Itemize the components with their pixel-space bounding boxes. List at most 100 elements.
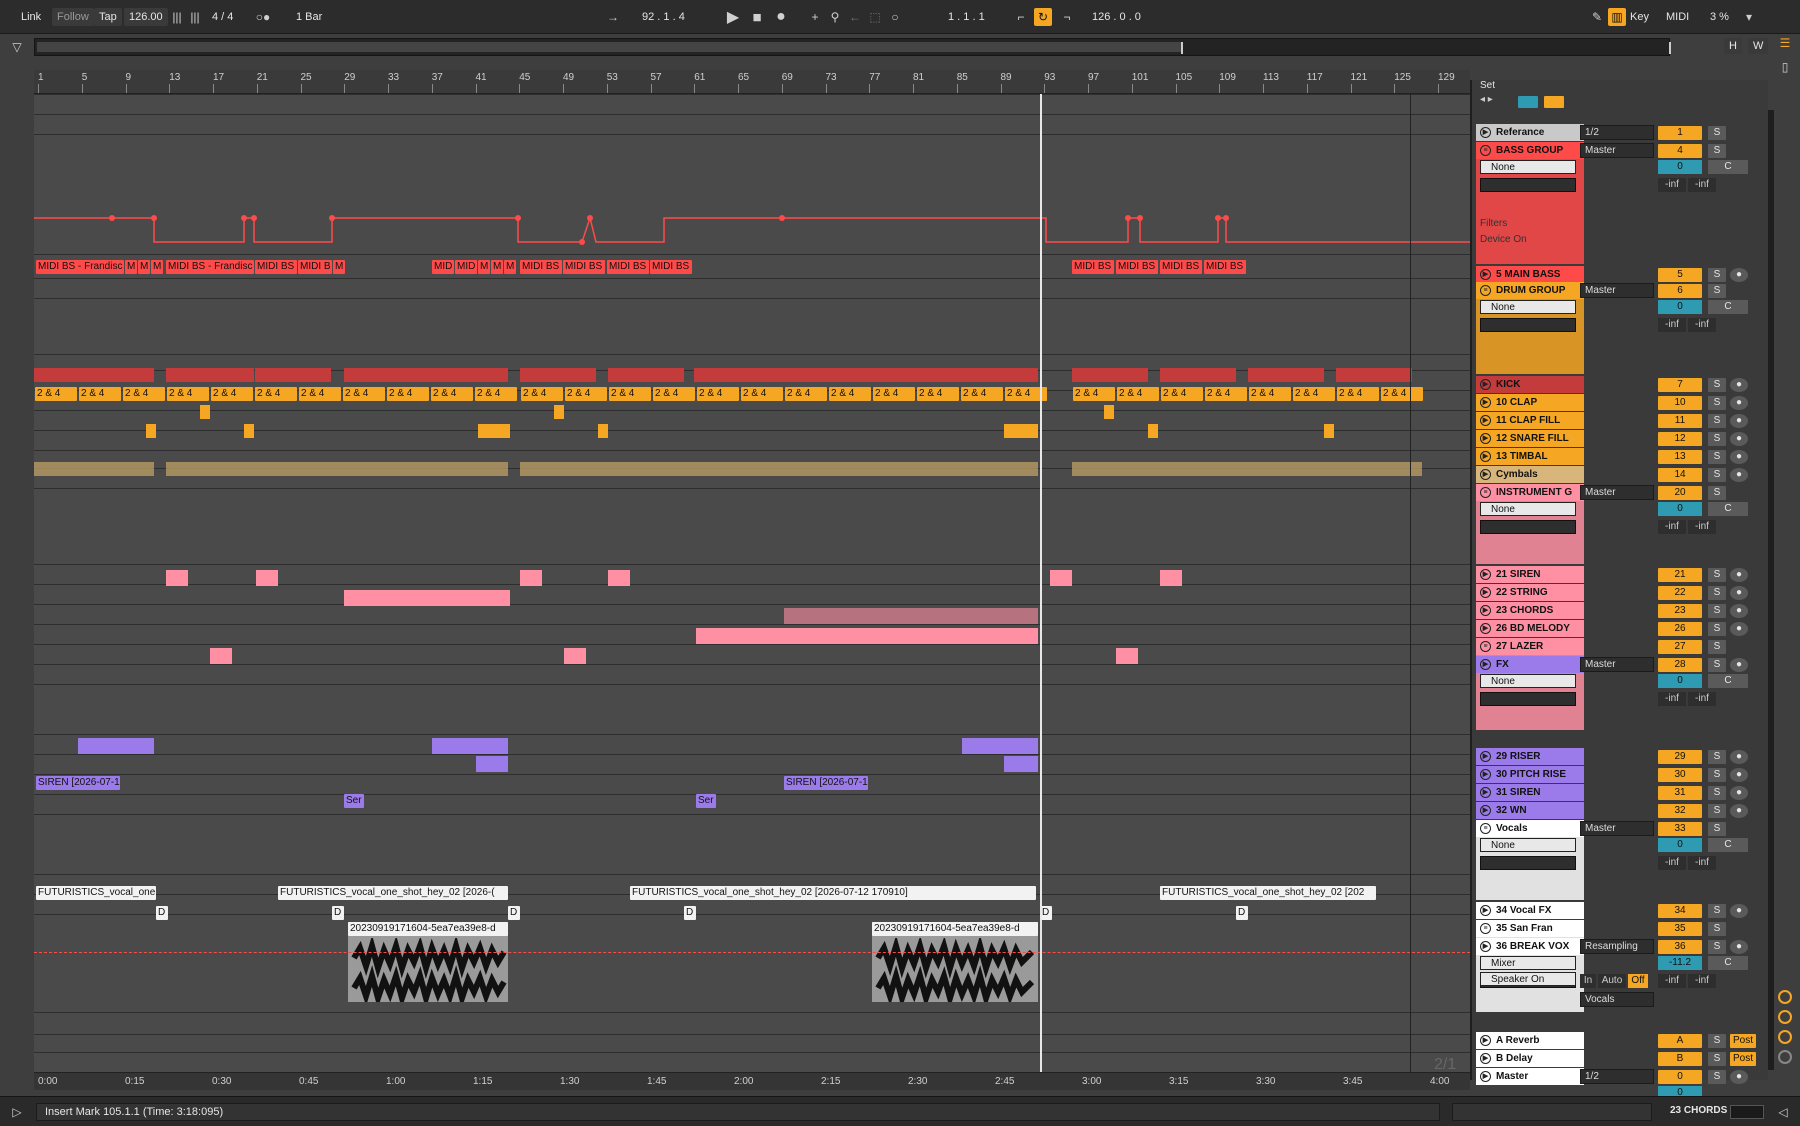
clip-break-vox[interactable]: 20230919171604-5ea7ea39e8-d — [872, 922, 1038, 1002]
io-icon[interactable] — [1778, 990, 1792, 1004]
clip-clap[interactable]: 2 & 4 — [35, 387, 77, 401]
arm-button[interactable]: ● — [1730, 450, 1748, 464]
track-activator-button[interactable]: 28 — [1658, 658, 1702, 672]
output-routing-dropdown[interactable]: Master — [1580, 143, 1654, 158]
clip-main-bass[interactable]: MIDI BS — [1204, 260, 1246, 274]
tempo-field[interactable]: 126.00 — [124, 8, 168, 26]
track-activator-button[interactable]: A — [1658, 1034, 1702, 1048]
track-name[interactable]: ▶ 36 BREAK VOX — [1476, 938, 1584, 955]
track-name[interactable]: ≡ INSTRUMENT G — [1476, 484, 1584, 501]
solo-button[interactable]: S — [1708, 432, 1726, 446]
clip-main-bass[interactable]: MID — [432, 260, 454, 274]
clip-main-bass[interactable]: MIDI BS - Frandisc — [166, 260, 254, 274]
arm-button[interactable]: ● — [1730, 750, 1748, 764]
solo-button[interactable]: S — [1708, 658, 1726, 672]
track-a-reverb[interactable]: ▶ A Reverb A S Post — [1472, 1032, 1768, 1049]
track-activator-icon[interactable]: ▶ — [1480, 379, 1491, 390]
clip-main-bass[interactable]: MID — [455, 260, 477, 274]
clip-san-fran[interactable]: D — [156, 906, 168, 920]
track-activator-icon[interactable]: ▶ — [1480, 659, 1491, 670]
clip-clap[interactable]: 2 & 4 — [653, 387, 695, 401]
volume-field[interactable]: 0 — [1658, 502, 1702, 516]
fold-icon[interactable]: ≡ — [1480, 923, 1491, 934]
track-name[interactable]: ▶ 10 CLAP — [1476, 394, 1584, 411]
clip-clap[interactable]: 2 & 4 — [123, 387, 165, 401]
solo-button[interactable]: S — [1708, 1070, 1726, 1084]
metronome-icon[interactable]: ○● — [254, 8, 272, 26]
clip-clap[interactable]: 2 & 4 — [1205, 387, 1247, 401]
midi-map-button[interactable]: MIDI — [1666, 8, 1689, 26]
clip-vocal-fx[interactable]: FUTURISTICS_vocal_one — [36, 886, 156, 900]
track-name[interactable]: ▶ 29 RISER — [1476, 748, 1584, 765]
track-cymbals[interactable]: ▶ Cymbals 14 S ● — [1472, 466, 1768, 483]
arrangement-view[interactable]: MIDI BS - Frandisc M M M MIDI BS - Frand… — [34, 94, 1470, 1072]
solo-button[interactable]: S — [1708, 414, 1726, 428]
input-channel-field[interactable] — [1480, 178, 1576, 192]
track-activator-button[interactable]: 14 — [1658, 468, 1702, 482]
arm-button[interactable]: ● — [1730, 414, 1748, 428]
track-11-clap-fill[interactable]: ▶ 11 CLAP FILL 11 S ● — [1472, 412, 1768, 429]
track-21-siren[interactable]: ▶ 21 SIREN 21 S ● — [1472, 566, 1768, 583]
track-activator-button[interactable]: 36 — [1658, 940, 1702, 954]
arm-button[interactable]: ● — [1730, 1070, 1748, 1084]
solo-button[interactable]: S — [1708, 640, 1726, 654]
solo-button[interactable]: S — [1708, 1034, 1726, 1048]
clip-main-bass[interactable]: M — [333, 260, 345, 274]
nudge-down-icon[interactable]: ||| — [168, 8, 186, 26]
track-activator-button[interactable]: 30 — [1658, 768, 1702, 782]
solo-button[interactable]: S — [1708, 378, 1726, 392]
track-activator-icon[interactable]: ▶ — [1480, 415, 1491, 426]
key-map-button[interactable]: Key — [1630, 8, 1649, 26]
solo-button[interactable]: S — [1708, 904, 1726, 918]
clip-vocal-fx[interactable]: FUTURISTICS_vocal_one_shot_hey_02 [2026-… — [630, 886, 1036, 900]
clip-san-fran[interactable]: D — [1236, 906, 1248, 920]
beat-time-ruler[interactable]: 1 5 9 13 17 21 25 29 33 37 41 45 49 53 57 61 65 69 73 77 81 8… — [34, 70, 1470, 94]
track-26-bd-melody[interactable]: ▶ 26 BD MELODY 26 S ● — [1472, 620, 1768, 637]
arm-button[interactable]: ● — [1730, 940, 1748, 954]
clip-main-bass[interactable]: MIDI BS — [255, 260, 297, 274]
pan-field[interactable]: C — [1708, 300, 1748, 314]
post-button[interactable]: Post — [1730, 1034, 1756, 1048]
track-29-riser[interactable]: ▶ 29 RISER 29 S ● — [1472, 748, 1768, 765]
solo-button[interactable]: S — [1708, 750, 1726, 764]
arm-button[interactable]: ● — [1730, 622, 1748, 636]
clip-wn[interactable]: Ser — [344, 794, 364, 808]
pan-field[interactable]: C — [1708, 956, 1748, 970]
track-name[interactable]: ▶ FX — [1476, 656, 1584, 673]
pan-field[interactable]: C — [1708, 502, 1748, 516]
track-activator-icon[interactable]: ▶ — [1480, 1053, 1491, 1064]
track-activator-icon[interactable]: ▶ — [1480, 1071, 1491, 1082]
input-dropdown[interactable]: Mixer — [1480, 956, 1576, 970]
punch-in-icon[interactable]: ⌐ — [1012, 8, 1030, 26]
capture-icon[interactable]: ⬚ — [866, 8, 884, 26]
track-name[interactable]: ▶ Referance — [1476, 124, 1584, 141]
punch-out-icon[interactable]: ¬ — [1058, 8, 1076, 26]
track-30-pitch-rise[interactable]: ▶ 30 PITCH RISE 30 S ● — [1472, 766, 1768, 783]
track-10-clap[interactable]: ▶ 10 CLAP 10 S ● — [1472, 394, 1768, 411]
input-channel-field[interactable] — [1480, 318, 1576, 332]
clip-main-bass[interactable]: M — [125, 260, 137, 274]
track-activator-icon[interactable]: ▶ — [1480, 269, 1491, 280]
track-activator-icon[interactable]: ▶ — [1480, 751, 1491, 762]
return-icon[interactable] — [1778, 1010, 1792, 1024]
clip-clap[interactable]: 2 & 4 — [785, 387, 827, 401]
solo-button[interactable]: S — [1708, 396, 1726, 410]
track-activator-button[interactable]: 23 — [1658, 604, 1702, 618]
back-to-arrangement-icon[interactable]: ← — [846, 8, 864, 26]
input-dropdown[interactable]: None — [1480, 160, 1576, 174]
fold-icon[interactable]: ≡ — [1480, 641, 1491, 652]
clip-main-bass[interactable]: M — [478, 260, 490, 274]
clip-clap[interactable]: 2 & 4 — [961, 387, 1003, 401]
playhead[interactable] — [1040, 94, 1042, 1072]
solo-button[interactable]: S — [1708, 450, 1726, 464]
break-vox-automation-line[interactable] — [34, 952, 1470, 953]
track-b-delay[interactable]: ▶ B Delay B S Post — [1472, 1050, 1768, 1067]
output-routing-dropdown[interactable]: 1/2 — [1580, 125, 1654, 140]
solo-button[interactable]: S — [1708, 622, 1726, 636]
fold-icon[interactable]: ≡ — [1480, 145, 1491, 156]
input-channel-field[interactable] — [1480, 856, 1576, 870]
track-name[interactable]: ▶ 26 BD MELODY — [1476, 620, 1584, 637]
track-instrument-g[interactable]: ≡ INSTRUMENT G Master 20 S None 0 C -inf -inf — [1472, 484, 1768, 564]
track-activator-button[interactable]: 32 — [1658, 804, 1702, 818]
solo-button[interactable]: S — [1708, 604, 1726, 618]
